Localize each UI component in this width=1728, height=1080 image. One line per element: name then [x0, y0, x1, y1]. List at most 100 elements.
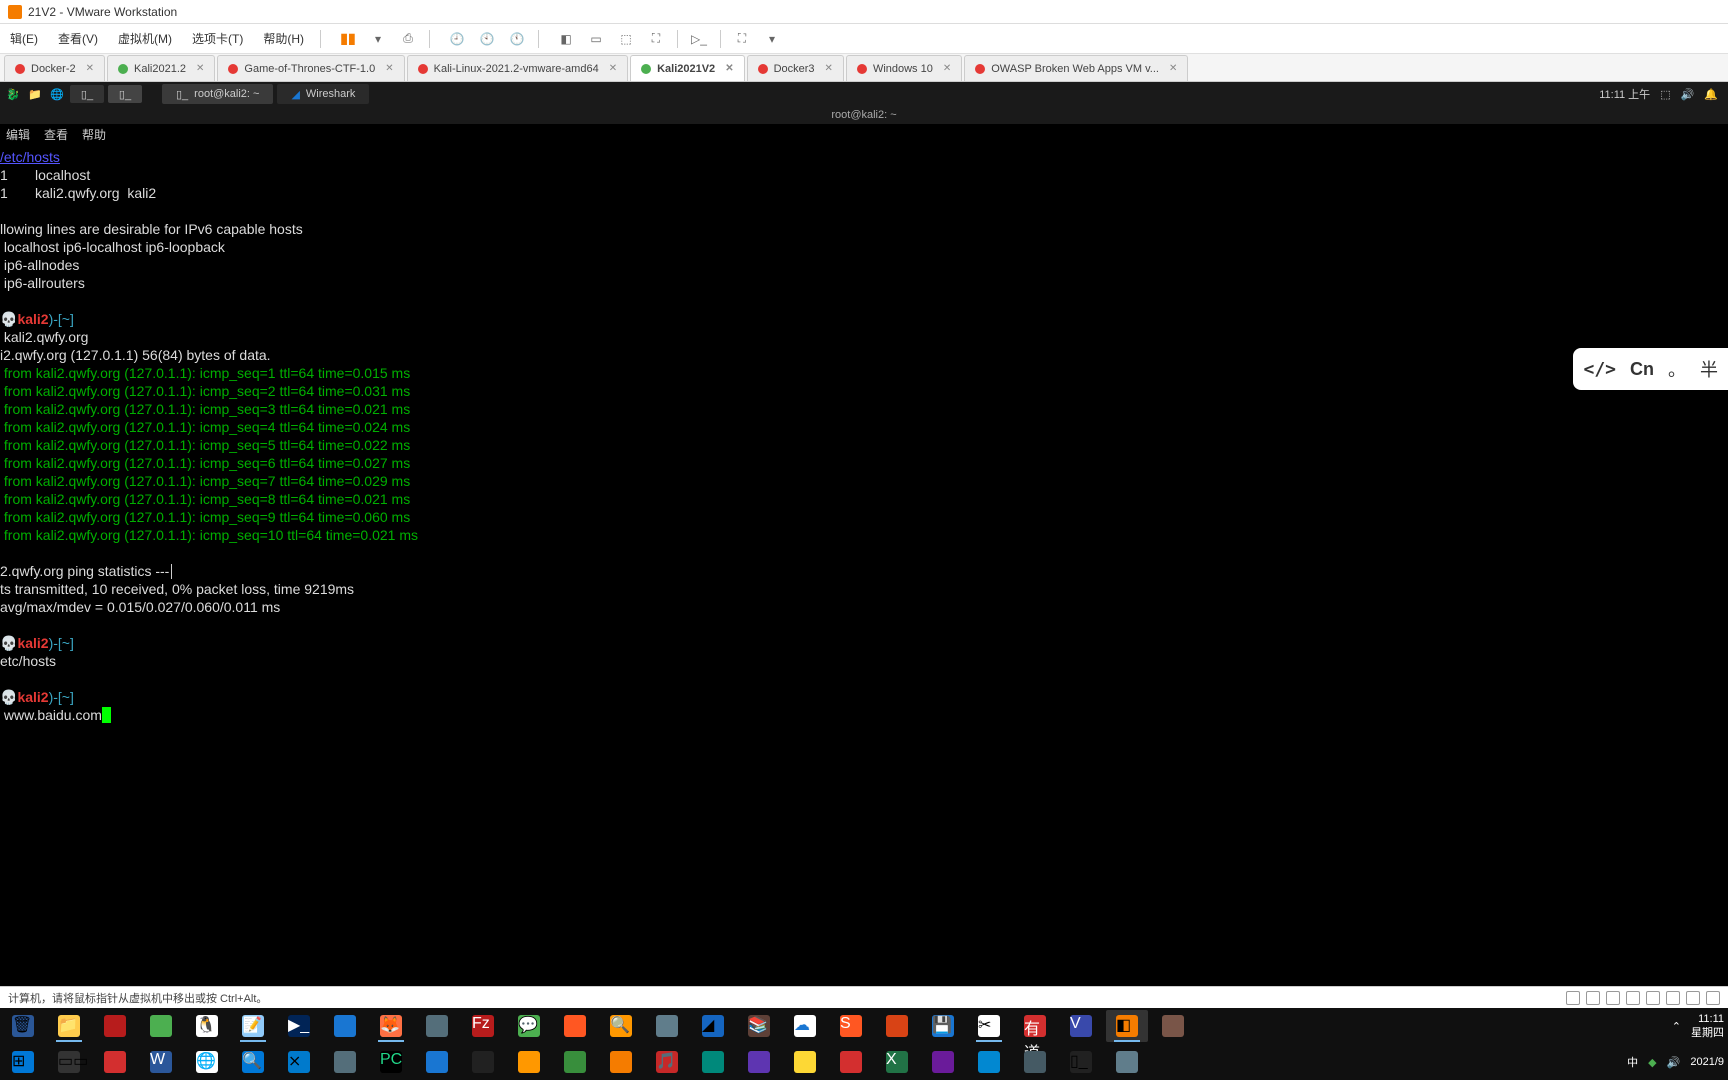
filezilla-icon[interactable]: Fz [462, 1010, 504, 1042]
vm-tab-docker3[interactable]: Docker3✕ [747, 55, 844, 81]
menu-vm[interactable]: 虚拟机(M) [108, 30, 182, 47]
console-button[interactable]: ▷_ [686, 26, 712, 52]
menu-help[interactable]: 帮助(H) [253, 30, 314, 47]
manage-snapshot-button[interactable]: 🕚 [504, 26, 530, 52]
app-icon[interactable] [324, 1010, 366, 1042]
volume-icon[interactable]: 🔊 [1681, 88, 1695, 101]
app-icon[interactable] [830, 1046, 872, 1078]
ime-indicator[interactable]: 中 [1627, 1054, 1638, 1070]
fullscreen-dropdown[interactable]: ▾ [759, 26, 785, 52]
app-icon[interactable] [94, 1010, 136, 1042]
baidu-netdisk-icon[interactable]: ☁ [784, 1010, 826, 1042]
tray-expand-icon[interactable]: ⌃ [1672, 1020, 1681, 1033]
app-icon[interactable] [876, 1010, 918, 1042]
device-icon[interactable] [1566, 991, 1580, 1005]
close-icon[interactable]: ✕ [385, 63, 393, 74]
term-menu-edit[interactable]: 编辑 [6, 126, 30, 144]
layout-button-4[interactable]: ⛶ [643, 26, 669, 52]
vm-tab-docker2[interactable]: Docker-2✕ [4, 55, 105, 81]
ime-half[interactable]: 半 [1700, 356, 1718, 382]
ime-toolbar[interactable]: </> Cn 。 半 [1573, 348, 1728, 390]
youdao-icon[interactable]: 有道 [1014, 1010, 1056, 1042]
camtasia-icon[interactable] [140, 1010, 182, 1042]
device-icon[interactable] [1646, 991, 1660, 1005]
fullscreen-button[interactable]: ⛶ [729, 26, 755, 52]
app-icon[interactable] [968, 1046, 1010, 1078]
device-icon[interactable] [1626, 991, 1640, 1005]
menu-view[interactable]: 查看(V) [48, 30, 108, 47]
close-icon[interactable]: ✕ [725, 63, 733, 74]
app-icon[interactable] [324, 1046, 366, 1078]
files-icon[interactable]: 📁 [26, 85, 44, 103]
taskbar-item-terminal[interactable]: ▯_root@kali2: ~ [162, 84, 273, 104]
notepad-icon[interactable]: 📝 [232, 1010, 274, 1042]
recycle-bin-icon[interactable]: 🗑 [2, 1010, 44, 1042]
device-icon[interactable] [1686, 991, 1700, 1005]
app-icon[interactable] [462, 1046, 504, 1078]
kali-clock[interactable]: 11:11 上午 [1599, 86, 1650, 102]
layout-button-3[interactable]: ⬚ [613, 26, 639, 52]
start-icon[interactable]: ⊞ [2, 1046, 44, 1078]
vmware-icon[interactable]: ◧ [1106, 1010, 1148, 1042]
firefox-icon[interactable]: 🦊 [370, 1010, 412, 1042]
ime-code-icon[interactable]: </> [1583, 359, 1616, 380]
wireshark-icon[interactable]: ◢ [692, 1010, 734, 1042]
menu-tabs[interactable]: 选项卡(T) [182, 30, 253, 47]
app-icon[interactable] [508, 1046, 550, 1078]
pycharm-icon[interactable]: PC [370, 1046, 412, 1078]
close-icon[interactable]: ✕ [609, 63, 617, 74]
app-icon[interactable] [692, 1046, 734, 1078]
layout-button-1[interactable]: ◧ [553, 26, 579, 52]
device-icon[interactable] [1606, 991, 1620, 1005]
powershell-icon[interactable]: ▶_ [278, 1010, 320, 1042]
chrome-icon[interactable]: 🌐 [186, 1046, 228, 1078]
terminal-launcher-icon[interactable]: ▯_ [70, 85, 104, 103]
task-view-icon[interactable]: ▭▭ [48, 1046, 90, 1078]
app-icon[interactable] [416, 1010, 458, 1042]
everything-icon[interactable]: 🔍 [600, 1010, 642, 1042]
volume-icon[interactable]: 🔊 [1667, 1056, 1681, 1069]
snapshot-button[interactable]: 🕘 [444, 26, 470, 52]
app-icon[interactable] [554, 1046, 596, 1078]
app-icon[interactable] [1106, 1046, 1148, 1078]
sogou-icon[interactable]: S [830, 1010, 872, 1042]
menu-edit[interactable]: 辑(E) [0, 30, 48, 47]
terminal-launcher-2-icon[interactable]: ▯_ [108, 85, 142, 103]
word-icon[interactable]: W [140, 1046, 182, 1078]
network-icon[interactable]: ⬚ [1660, 88, 1670, 101]
pause-button[interactable]: ▮▮ [335, 26, 361, 52]
qq-icon[interactable]: 🐧 [186, 1010, 228, 1042]
term-menu-help[interactable]: 帮助 [82, 126, 106, 144]
app-icon[interactable] [784, 1046, 826, 1078]
snipaste-icon[interactable]: ✂ [968, 1010, 1010, 1042]
app-icon[interactable]: 📚 [738, 1010, 780, 1042]
wechat-icon[interactable]: 💬 [508, 1010, 550, 1042]
ime-punct[interactable]: 。 [1668, 356, 1686, 382]
terminal-icon[interactable]: ▯_ [1060, 1046, 1102, 1078]
app-icon[interactable] [922, 1046, 964, 1078]
revert-snapshot-button[interactable]: 🕙 [474, 26, 500, 52]
app-icon[interactable] [646, 1010, 688, 1042]
taskbar-clock[interactable]: 11:11 星期四 [1691, 1012, 1724, 1040]
vscode-icon[interactable]: ⨯ [278, 1046, 320, 1078]
app-icon[interactable] [600, 1046, 642, 1078]
send-ctrl-alt-del-button[interactable]: ⎙ [395, 26, 421, 52]
vm-tab-kali2021-2[interactable]: Kali2021.2✕ [107, 55, 215, 81]
app-icon[interactable] [554, 1010, 596, 1042]
device-icon[interactable] [1586, 991, 1600, 1005]
app-icon[interactable] [1152, 1010, 1194, 1042]
vm-tab-kali-linux-amd64[interactable]: Kali-Linux-2021.2-vmware-amd64✕ [407, 55, 628, 81]
taskbar-date[interactable]: 2021/9 [1690, 1055, 1724, 1069]
term-menu-view[interactable]: 查看 [44, 126, 68, 144]
pause-dropdown[interactable]: ▾ [365, 26, 391, 52]
app-icon[interactable] [738, 1046, 780, 1078]
app-icon[interactable] [94, 1046, 136, 1078]
netease-music-icon[interactable]: 🎵 [646, 1046, 688, 1078]
vm-tab-windows10[interactable]: Windows 10✕ [846, 55, 962, 81]
kali-menu-icon[interactable]: 🐉 [4, 85, 22, 103]
terminal-window[interactable]: root@kali2: ~ 编辑 查看 帮助 /etc/hosts 1 loca… [0, 106, 1728, 986]
app-icon[interactable] [416, 1046, 458, 1078]
close-icon[interactable]: ✕ [86, 63, 94, 74]
taskbar-item-wireshark[interactable]: ◢Wireshark [277, 84, 369, 104]
device-icon[interactable] [1706, 991, 1720, 1005]
